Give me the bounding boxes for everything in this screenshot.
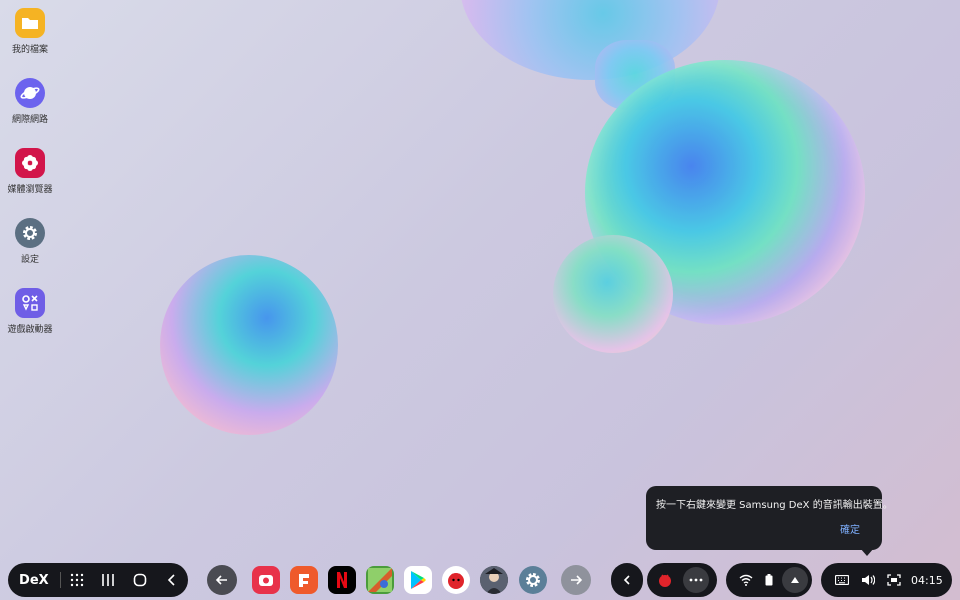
desktop-icon-settings[interactable]: 設定 [0,218,60,265]
chevron-left-icon [623,575,630,585]
clock[interactable]: 04:15 [911,574,943,587]
play-store-app-icon[interactable] [404,566,432,594]
wallpaper-bubble-small [553,235,673,353]
volume-icon[interactable] [855,563,881,597]
apps-scroll-left-button[interactable] [207,565,237,595]
desktop-icon-label: 網際網路 [11,115,48,125]
home-button[interactable] [124,563,156,597]
game-app-icon[interactable] [366,566,394,594]
screen-capture-icon[interactable] [881,563,907,597]
triangle-up-icon [791,577,799,583]
back-button[interactable] [156,563,188,597]
arrow-right-icon [571,575,583,585]
tooltip-message: 按一下右鍵來變更 Samsung DeX 的音訊輸出裝置。 [656,500,893,511]
home-icon [133,573,147,587]
wifi-icon[interactable] [732,563,760,597]
desktop-icon-game-launcher[interactable]: 遊戲啟動器 [0,288,60,335]
office-app-icon[interactable] [290,566,318,594]
taskbar-navigation: DeX [8,563,188,597]
recent-apps-button[interactable] [93,563,125,597]
status-segment [726,563,812,597]
settings-app-icon[interactable] [519,566,547,594]
more-options-button[interactable] [683,567,709,593]
battery-icon[interactable] [760,563,778,597]
desktop-icon-media-browser[interactable]: 媒體瀏覽器 [0,148,60,195]
keyboard-icon[interactable] [829,563,855,597]
audio-output-tooltip: 按一下右鍵來變更 Samsung DeX 的音訊輸出裝置。 確定 [646,486,893,556]
collapse-tray-button[interactable] [611,563,643,597]
running-antutu-icon[interactable] [647,563,683,597]
planet-icon [15,78,45,108]
tooltip-ok-button[interactable]: 確定 [840,521,860,536]
game-launcher-icon [15,288,45,318]
grid-icon [70,573,83,587]
gear-icon [15,218,45,248]
system-tray-segment: 04:15 [821,563,952,597]
ellipsis-icon [689,578,703,582]
running-apps-segment [647,563,717,597]
desktop-icon-label: 我的檔案 [11,45,48,55]
app-drawer-button[interactable] [61,563,93,597]
antutu-app-icon[interactable] [442,566,470,594]
recents-icon [102,574,115,586]
dex-button[interactable]: DeX [8,573,60,588]
desktop-icon-label: 設定 [20,255,39,265]
flower-icon [15,148,45,178]
desktop-icon-label: 媒體瀏覽器 [7,185,53,195]
folder-icon [15,8,45,38]
desktop-icon-internet[interactable]: 網際網路 [0,78,60,125]
netflix-app-icon[interactable] [328,566,356,594]
camera-app-icon[interactable] [252,566,280,594]
desktop-icon-label: 遊戲啟動器 [7,325,53,335]
arrow-left-icon [215,575,227,585]
tooltip-tail [860,548,874,556]
back-icon [167,574,175,586]
apps-scroll-right-button[interactable] [561,565,591,595]
quick-panel-button[interactable] [782,567,808,593]
wallpaper-bubble-left [160,255,338,435]
collapse-tray-segment [611,563,643,597]
desktop-icon-my-files[interactable]: 我的檔案 [0,8,60,55]
character-app-icon[interactable] [480,566,508,594]
